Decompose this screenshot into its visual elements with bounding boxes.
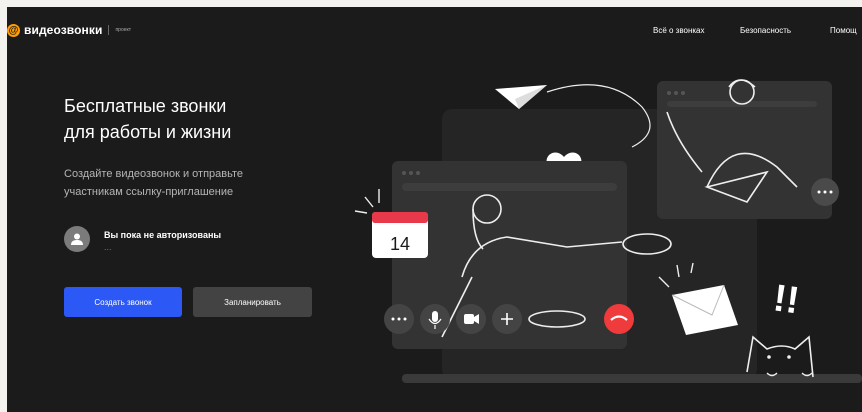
logo-at-icon: @: [7, 23, 20, 37]
exclamation-marks: !!: [771, 277, 802, 322]
hero-subtitle-line-1: Создайте видеозвонок и отправьте: [64, 168, 244, 180]
auth-status-text: Вы пока не авторизованы: [104, 230, 222, 240]
page-frame: @ видеозвонки проект Всё о звонках Безоп…: [7, 7, 862, 412]
logo-text: видеозвонки: [24, 23, 103, 37]
schedule-call-button[interactable]: Запланировать: [193, 287, 312, 317]
nav-link-help[interactable]: Помощ: [830, 26, 857, 35]
calendar-day: 14: [390, 234, 410, 254]
user-icon: [71, 233, 83, 245]
avatar: [64, 226, 90, 252]
logo-subtitle: проект: [115, 27, 132, 33]
auth-status: Вы пока не авторизованы ...: [64, 226, 221, 258]
hero-subtitle-line-2: участникам ссылку-приглашение: [64, 186, 234, 198]
hero-title: Бесплатные звонки для работы и жизни: [64, 93, 324, 145]
top-bar: @ видеозвонки проект Всё о звонках Безоп…: [7, 7, 862, 53]
laptop-base: [402, 374, 862, 383]
auth-status-dots: ...: [104, 242, 112, 252]
logo[interactable]: @ видеозвонки проект: [7, 23, 131, 37]
hero-illustration: 14 !!: [354, 79, 862, 383]
create-call-button[interactable]: Создать звонок: [64, 287, 182, 317]
hero-title-line-1: Бесплатные звонки: [64, 96, 227, 116]
hero-subtitle: Создайте видеозвонок и отправьте участни…: [64, 165, 344, 201]
logo-divider: [108, 25, 110, 35]
nav-link-about-calls[interactable]: Всё о звонках: [653, 26, 705, 35]
hangup-icon[interactable]: [604, 304, 634, 334]
hero-title-line-2: для работы и жизни: [64, 122, 232, 142]
nav-link-security[interactable]: Безопасность: [740, 26, 791, 35]
video-tile-right: [657, 79, 839, 219]
